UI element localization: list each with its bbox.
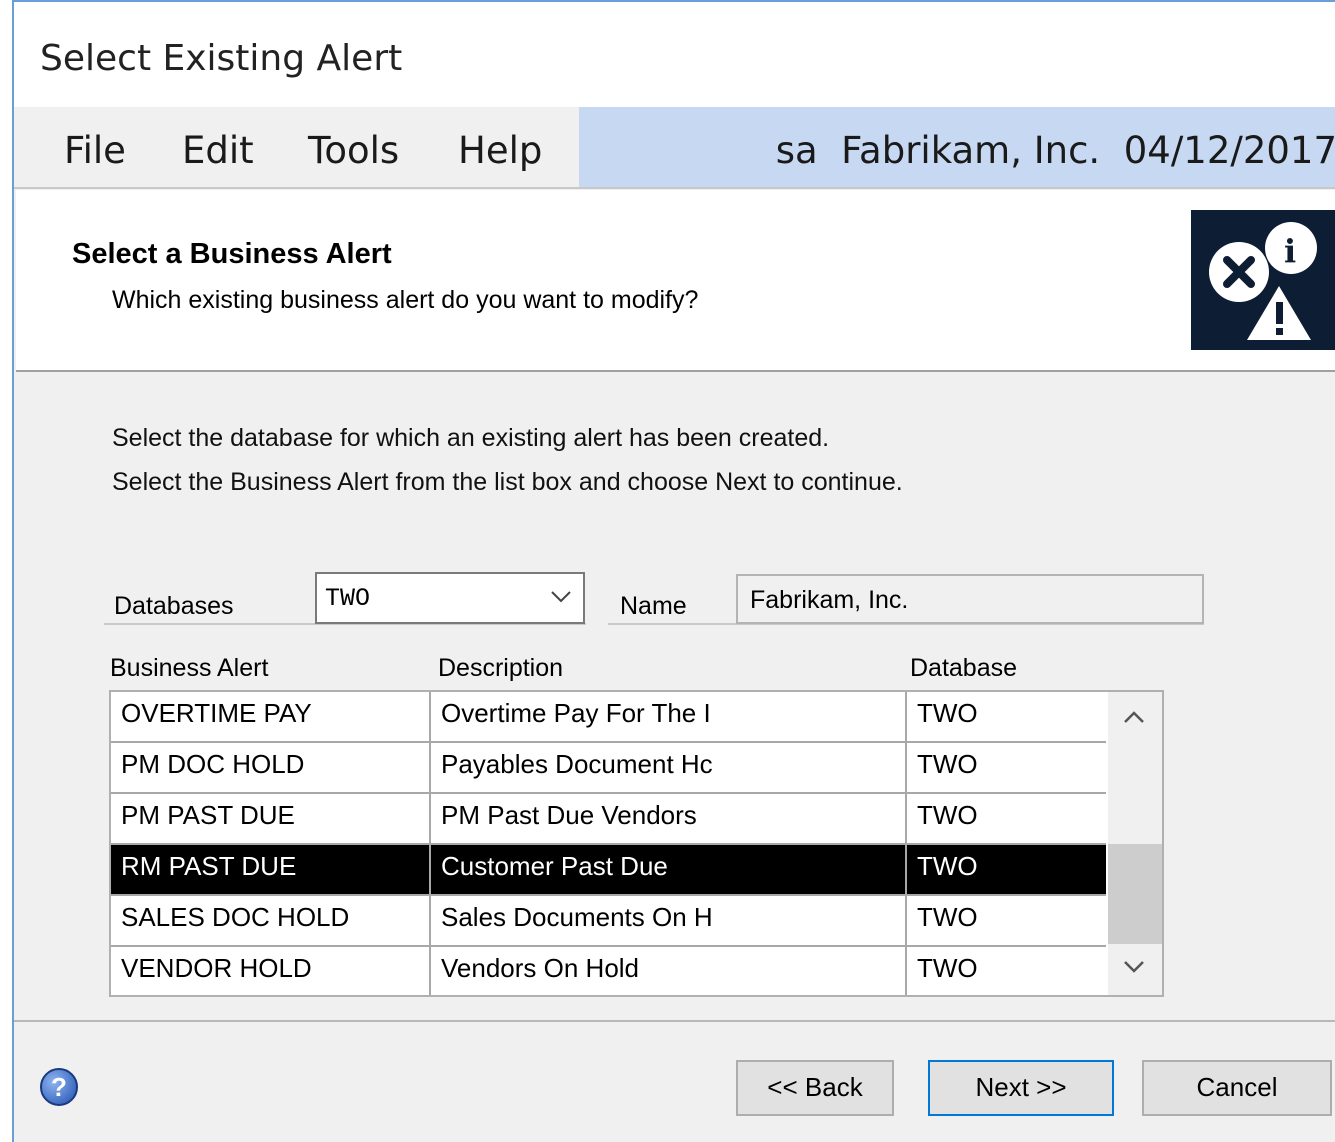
header-title: Select a Business Alert [72,238,392,270]
row-description: Sales Documents On H [441,902,713,932]
status-user: sa [775,129,818,172]
column-divider [429,692,431,995]
status-date: 04/12/2017 [1123,129,1335,172]
instruction-line-1: Select the database for which an existin… [112,424,830,452]
databases-value: TWO [325,584,371,613]
table-row[interactable]: SALES DOC HOLD Sales Documents On H TWO [111,896,1106,947]
status-text: sa Fabrikam, Inc. 04/12/2017 [776,129,1335,172]
row-description: Customer Past Due [441,851,668,881]
menu-edit[interactable]: Edit [182,129,254,172]
column-header-database[interactable]: Database [910,654,1017,683]
row-database: TWO [917,698,978,728]
row-database: TWO [917,749,978,779]
row-alert: VENDOR HOLD [121,953,312,983]
footer-divider [14,1020,1335,1022]
scroll-up-icon[interactable] [1122,706,1146,737]
row-description: Payables Document Hc [441,749,713,779]
chevron-down-icon[interactable] [549,584,573,614]
back-button[interactable]: << Back [736,1060,894,1116]
menu-help[interactable]: Help [458,129,542,172]
title-bar: Select Existing Alert [14,2,1335,107]
scrollbar-thumb[interactable] [1108,844,1162,944]
row-alert: SALES DOC HOLD [121,902,350,932]
wizard-header: Select a Business Alert Which existing b… [16,190,1335,372]
column-header-description[interactable]: Description [438,654,563,683]
next-button[interactable]: Next >> [928,1060,1114,1116]
alert-icon: i [1191,210,1335,350]
row-description: Overtime Pay For The I [441,698,711,728]
column-divider [905,692,907,995]
cancel-button[interactable]: Cancel [1142,1060,1332,1116]
databases-label: Databases [114,592,234,620]
vertical-scrollbar[interactable] [1108,692,1162,995]
row-alert: PM DOC HOLD [121,749,305,779]
select-existing-alert-window: Select Existing Alert File Edit Tools He… [12,0,1335,1142]
row-database: TWO [917,851,978,881]
table-row[interactable]: VENDOR HOLD Vendors On Hold TWO [111,947,1106,998]
databases-select[interactable]: TWO [315,572,585,624]
row-description: PM Past Due Vendors [441,800,697,830]
scroll-down-icon[interactable] [1122,954,1146,985]
user-status-bar: sa Fabrikam, Inc. 04/12/2017 [579,107,1335,187]
header-subtitle: Which existing business alert do you wan… [112,286,699,314]
table-row[interactable]: PM DOC HOLD Payables Document Hc TWO [111,743,1106,794]
help-icon[interactable]: ? [40,1068,78,1106]
menu-file[interactable]: File [64,129,126,172]
window-title: Select Existing Alert [40,38,403,79]
name-value: Fabrikam, Inc. [750,586,909,614]
menu-tools[interactable]: Tools [308,129,399,172]
row-database: TWO [917,953,978,983]
instruction-line-2: Select the Business Alert from the list … [112,468,903,496]
row-alert: RM PAST DUE [121,851,297,881]
row-database: TWO [917,902,978,932]
row-alert: PM PAST DUE [121,800,295,830]
column-header-business-alert[interactable]: Business Alert [110,654,268,683]
business-alert-list[interactable]: OVERTIME PAY Overtime Pay For The I TWO … [109,690,1164,997]
table-row[interactable]: OVERTIME PAY Overtime Pay For The I TWO [111,692,1106,743]
status-company: Fabrikam, Inc. [841,129,1101,172]
name-label: Name [620,592,687,620]
row-description: Vendors On Hold [441,953,640,983]
name-field: Fabrikam, Inc. [736,574,1204,624]
row-alert: OVERTIME PAY [121,698,312,728]
table-row-selected[interactable]: RM PAST DUE Customer Past Due TWO [111,845,1106,896]
svg-text:i: i [1284,232,1296,270]
menu-bar: File Edit Tools Help sa Fabrikam, Inc. 0… [14,107,1335,189]
menu-items: File Edit Tools Help [14,107,578,187]
table-row[interactable]: PM PAST DUE PM Past Due Vendors TWO [111,794,1106,845]
row-database: TWO [917,800,978,830]
